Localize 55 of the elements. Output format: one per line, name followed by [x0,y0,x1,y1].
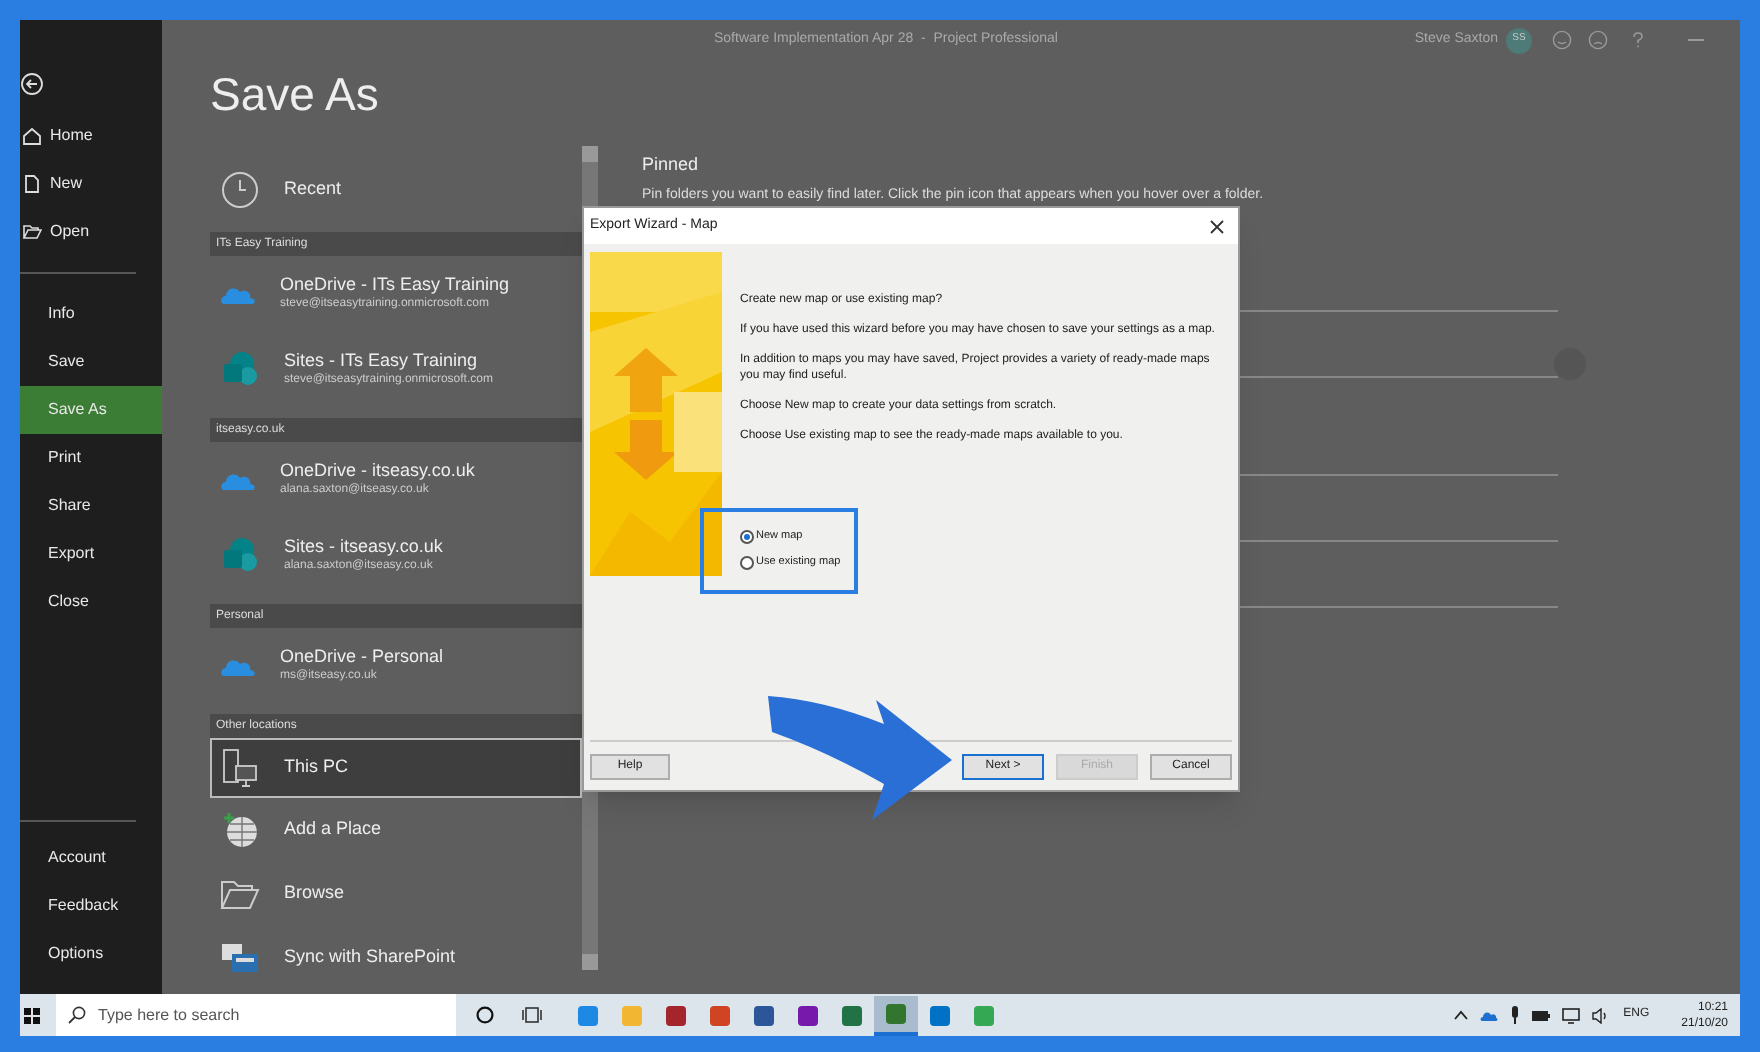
close-icon[interactable] [1210,219,1224,233]
sidebar-item[interactable]: Export [20,530,162,578]
location-label: Browse [284,882,345,906]
microphone-icon[interactable] [1509,1006,1520,1024]
search-icon [68,1006,86,1024]
location-item[interactable]: This PC [210,738,582,798]
clock-icon [220,170,260,210]
sidebar-item[interactable]: Home [20,112,162,160]
sidebar-item[interactable]: Info [20,290,162,338]
page-icon [22,174,42,194]
sidebar-item[interactable]: Open [20,208,162,256]
location-label: OneDrive - ITs Easy Training [280,273,510,297]
chevron-up-icon[interactable] [1453,1010,1468,1020]
home-icon [22,126,42,146]
location-label: Add a Place [284,818,382,842]
sidebar-item[interactable]: Save [20,338,162,386]
location-item[interactable]: Sync with SharePoint [210,926,582,990]
globe-icon [220,810,260,850]
radio-button[interactable] [740,529,754,544]
windows-icon[interactable] [24,1007,40,1023]
location-label: This PC [284,756,349,780]
pinned-heading: Pinned [642,152,701,178]
search-box[interactable]: Type here to search [56,994,456,1036]
sharepoint-icon [220,350,260,390]
sidebar-item[interactable]: New [20,160,162,208]
battery-icon[interactable] [1531,1009,1550,1021]
location-label: Recent [284,178,342,202]
page-title: Save As [210,72,381,118]
location-label: OneDrive - itseasy.co.uk [280,459,475,483]
sidebar-item[interactable]: Save As [20,386,162,434]
location-label: Sites - itseasy.co.uk [284,535,443,559]
sidebar-item[interactable]: Account [20,834,162,882]
sidebar-item[interactable]: Feedback [20,882,162,930]
location-item[interactable]: Browse [210,862,582,926]
monitor-icon[interactable] [1561,1007,1580,1023]
sidebar-item[interactable]: Close [20,578,162,626]
search-field[interactable]: Type here to search [98,1003,444,1027]
task-view-icon[interactable] [522,1006,542,1024]
sidebar-item[interactable]: Options [20,930,162,978]
location-label: Sites - ITs Easy Training [284,349,480,373]
sync-folder-icon [220,938,260,978]
location-label: OneDrive - Personal [280,645,444,669]
sharepoint-icon [220,536,260,576]
sidebar-item[interactable]: Print [20,434,162,482]
location-label: Sync with SharePoint [284,946,456,970]
taskbar-app[interactable] [874,995,918,1035]
sidebar-item[interactable]: Share [20,482,162,530]
folder-icon [22,222,42,242]
circle-icon[interactable] [476,1006,494,1024]
location-item[interactable]: Add a Place [210,798,582,862]
computer-icon [220,748,260,788]
radio-button[interactable] [740,555,754,570]
speaker-icon[interactable] [1591,1007,1608,1023]
location-item[interactable]: Recent [210,158,582,222]
cloud-icon[interactable] [1479,1009,1498,1021]
